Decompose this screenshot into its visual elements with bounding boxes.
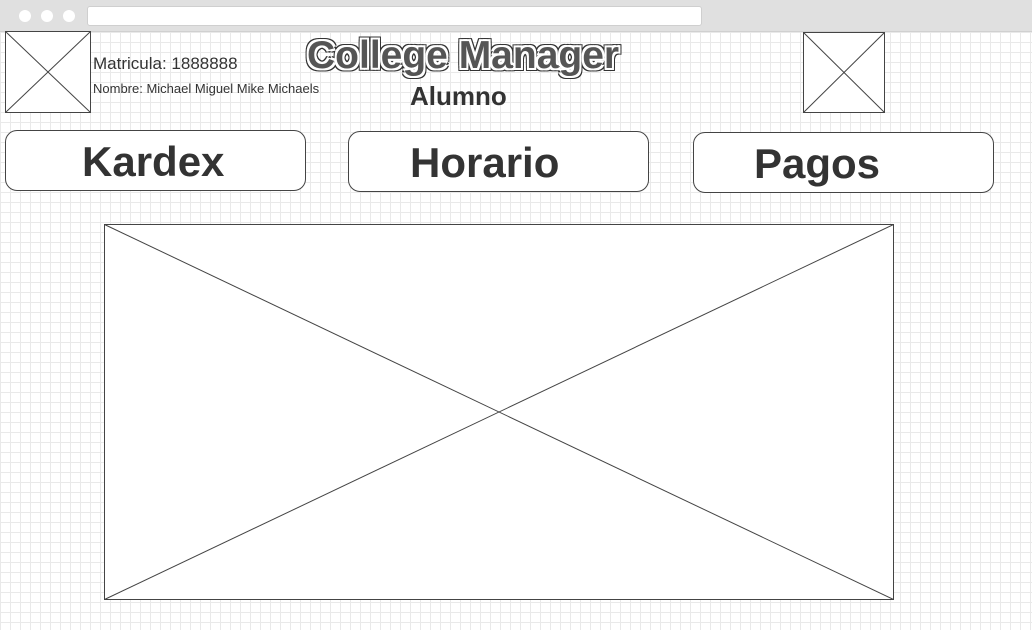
window-dot-icon (19, 10, 31, 22)
browser-chrome (0, 0, 1032, 32)
kardex-button[interactable]: Kardex (5, 130, 306, 191)
horario-button-label: Horario (410, 139, 560, 186)
pagos-button-label: Pagos (754, 140, 881, 187)
user-role-label: Alumno (410, 81, 507, 111)
student-id: Matricula: 1888888 (93, 54, 238, 73)
horario-button[interactable]: Horario (348, 131, 649, 192)
kardex-button-label: Kardex (82, 138, 225, 185)
pagos-button[interactable]: Pagos (693, 132, 994, 193)
college-logo-placeholder (803, 32, 885, 113)
student-photo-placeholder (5, 31, 91, 113)
student-name: Nombre: Michael Miguel Mike Michaels (93, 81, 320, 96)
window-dot-icon (63, 10, 75, 22)
main-content-placeholder (104, 224, 894, 600)
window-dot-icon (41, 10, 53, 22)
address-bar[interactable] (87, 6, 702, 26)
app-title: College Manager (307, 34, 620, 77)
